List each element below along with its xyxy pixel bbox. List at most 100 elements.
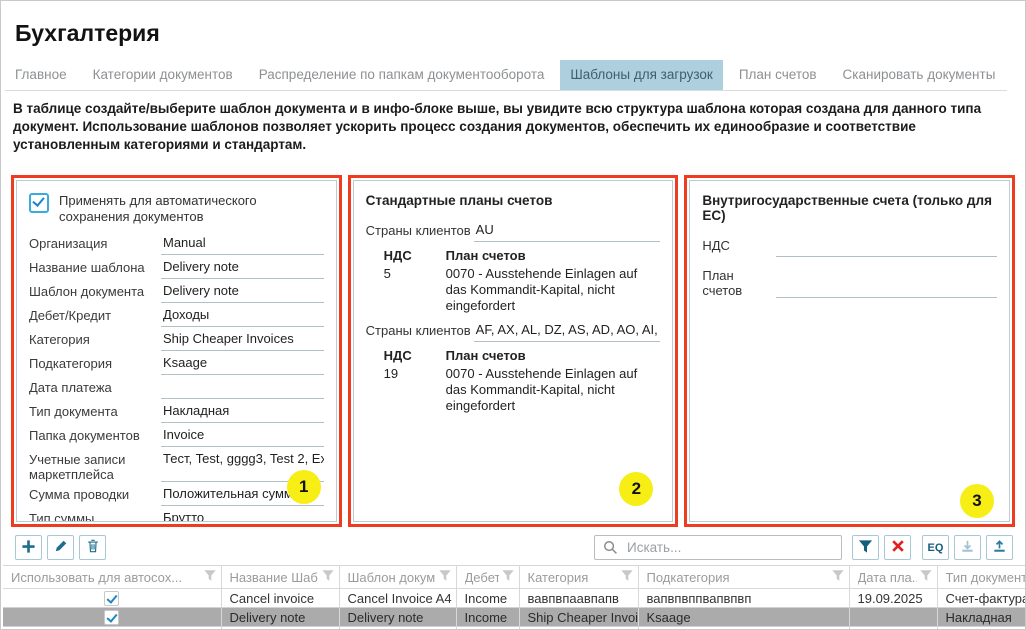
vat-table-2: НДС План счетов 19 0070 - Ausstehende Ei… <box>384 348 661 414</box>
cell-document-template: Cancel Invoice A4 <box>339 589 456 608</box>
template-form-panel: Применять для автоматического сохранения… <box>11 175 342 527</box>
search-input[interactable] <box>625 539 833 556</box>
column-filter-icon[interactable] <box>438 569 452 585</box>
tab-folder-distribution[interactable]: Распределение по папкам документооборота <box>249 60 555 90</box>
field-value-debit-credit[interactable]: Доходы <box>161 307 324 327</box>
cell-template-name: Example <box>221 627 339 630</box>
vat-header: НДС <box>384 248 446 263</box>
plus-icon <box>21 539 36 557</box>
search-icon <box>603 540 618 555</box>
cell-category: Example <box>519 627 638 630</box>
standard-accounts-panel: Стандартные планы счетов Страны клиентов… <box>348 175 679 527</box>
field-value-category[interactable]: Ship Cheaper Invoices <box>161 331 324 351</box>
plan-header-2: План счетов <box>446 348 526 363</box>
plan-value-1: 0070 - Ausstehende Einlagen auf das Komm… <box>446 266 661 314</box>
cell-template-name: Delivery note <box>221 608 339 627</box>
info-panels: Применять для автоматического сохранения… <box>11 175 1015 527</box>
column-header-debit-credit[interactable]: Дебет/Кр... <box>456 566 519 589</box>
annotation-badge-1: 1 <box>287 470 321 504</box>
cell-debit-credit: Income <box>456 589 519 608</box>
column-header-autosave[interactable]: Использовать для автосох... <box>3 566 221 589</box>
field-value-document-folder[interactable]: Invoice <box>161 427 324 447</box>
column-filter-icon[interactable] <box>321 569 335 585</box>
field-value-amount-type[interactable]: Брутто <box>161 510 324 522</box>
field-label-template-name: Название шаблона <box>29 259 161 279</box>
vat-value-1: 5 <box>384 266 446 314</box>
field-label-debit-credit: Дебет/Кредит <box>29 307 161 327</box>
column-header-document-template[interactable]: Шаблон докум... <box>339 566 456 589</box>
standard-accounts-title: Стандартные планы счетов <box>366 193 661 208</box>
edit-button[interactable] <box>47 535 74 560</box>
client-countries-value-1[interactable]: AU <box>474 222 661 242</box>
pencil-icon <box>54 539 68 556</box>
table-search-icon: EQ <box>928 542 944 554</box>
delete-button[interactable] <box>79 535 106 560</box>
download-icon <box>960 539 975 557</box>
table-row[interactable]: Example Income Example Example 2 Выписка… <box>3 627 1026 630</box>
field-value-document-type[interactable]: Накладная <box>161 403 324 423</box>
column-header-category[interactable]: Категория <box>519 566 638 589</box>
column-header-subcategory[interactable]: Подкатегория <box>638 566 849 589</box>
column-filter-icon[interactable] <box>919 569 933 585</box>
table-row[interactable]: Cancel invoice Cancel Invoice A4 Income … <box>3 589 1026 608</box>
tab-bar: Главное Категории документов Распределен… <box>5 60 1007 91</box>
table-search-button[interactable]: EQ <box>922 535 949 560</box>
filter-button[interactable] <box>852 535 879 560</box>
cell-document-type: Накладная <box>937 608 1026 627</box>
column-filter-icon[interactable] <box>831 569 845 585</box>
field-label-document-folder: Папка документов <box>29 427 161 447</box>
autosave-checkbox[interactable] <box>29 193 49 213</box>
upload-button[interactable] <box>986 535 1013 560</box>
upload-icon <box>992 539 1007 557</box>
tab-chart-of-accounts[interactable]: План счетов <box>729 60 827 90</box>
client-countries-value-2[interactable]: AF, AX, AL, DZ, AS, AD, AO, AI, AQ, AG <box>474 322 661 342</box>
client-countries-label: Страны клиентов <box>366 222 474 242</box>
page-description: В таблице создайте/выберите шаблон докум… <box>13 100 1013 154</box>
domestic-vat-value[interactable] <box>776 237 997 257</box>
tab-scan-documents[interactable]: Сканировать документы <box>833 60 1006 90</box>
cell-debit-credit: Income <box>456 627 519 630</box>
vat-value-2: 19 <box>384 366 446 414</box>
field-value-document-template[interactable]: Delivery note <box>161 283 324 303</box>
domestic-plan-value[interactable] <box>776 267 997 298</box>
field-label-organization: Организация <box>29 235 161 255</box>
client-countries-label-2: Страны клиентов <box>366 322 474 342</box>
cell-document-type: Выписка из счета <box>937 627 1026 630</box>
field-value-payment-date[interactable] <box>161 379 324 399</box>
column-header-template-name[interactable]: Название Шаб... <box>221 566 339 589</box>
field-value-subcategory[interactable]: Ksaage <box>161 355 324 375</box>
column-filter-icon[interactable] <box>203 569 217 585</box>
domestic-accounts-panel: Внутригосударственные счета (только для … <box>684 175 1015 527</box>
autosave-checkbox-label: Применять для автоматического сохранения… <box>59 193 324 225</box>
field-value-template-name[interactable]: Delivery note <box>161 259 324 279</box>
field-label-posting-amount: Сумма проводки <box>29 486 161 506</box>
table-row[interactable]: Delivery note Delivery note Income Ship … <box>3 608 1026 627</box>
tab-main[interactable]: Главное <box>5 60 77 90</box>
column-filter-icon[interactable] <box>620 569 634 585</box>
cell-category: Ship Cheaper Invoices <box>519 608 638 627</box>
template-form-card: Применять для автоматического сохранения… <box>16 180 337 522</box>
column-filter-icon[interactable] <box>501 569 515 585</box>
field-label-marketplace-accounts: Учетные записи маркетплейса <box>29 451 161 482</box>
vat-table-1: НДС План счетов 5 0070 - Ausstehende Ein… <box>384 248 661 314</box>
column-header-payment-date[interactable]: Дата пла... <box>849 566 937 589</box>
download-button[interactable] <box>954 535 981 560</box>
row-autosave-checkbox[interactable] <box>104 591 119 606</box>
vat-header-2: НДС <box>384 348 446 363</box>
add-button[interactable] <box>15 535 42 560</box>
cell-category: вавпвпаавпапв <box>519 589 638 608</box>
cell-subcategory: вапвпвппвапвпвп <box>638 589 849 608</box>
cell-subcategory: Ksaage <box>638 608 849 627</box>
tab-upload-templates[interactable]: Шаблоны для загрузок <box>560 60 722 90</box>
row-autosave-checkbox[interactable] <box>104 610 119 625</box>
table-header-row: Использовать для автосох... Название Шаб… <box>3 566 1026 589</box>
column-header-document-type[interactable]: Тип документа <box>937 566 1026 589</box>
clear-filter-button[interactable] <box>884 535 911 560</box>
plan-header: План счетов <box>446 248 526 263</box>
field-label-payment-date: Дата платежа <box>29 379 161 399</box>
cell-subcategory: Example 2 <box>638 627 849 630</box>
tab-document-categories[interactable]: Категории документов <box>83 60 243 90</box>
field-value-organization[interactable]: Manual <box>161 235 324 255</box>
trash-icon <box>86 539 100 556</box>
domestic-accounts-card: Внутригосударственные счета (только для … <box>689 180 1010 522</box>
